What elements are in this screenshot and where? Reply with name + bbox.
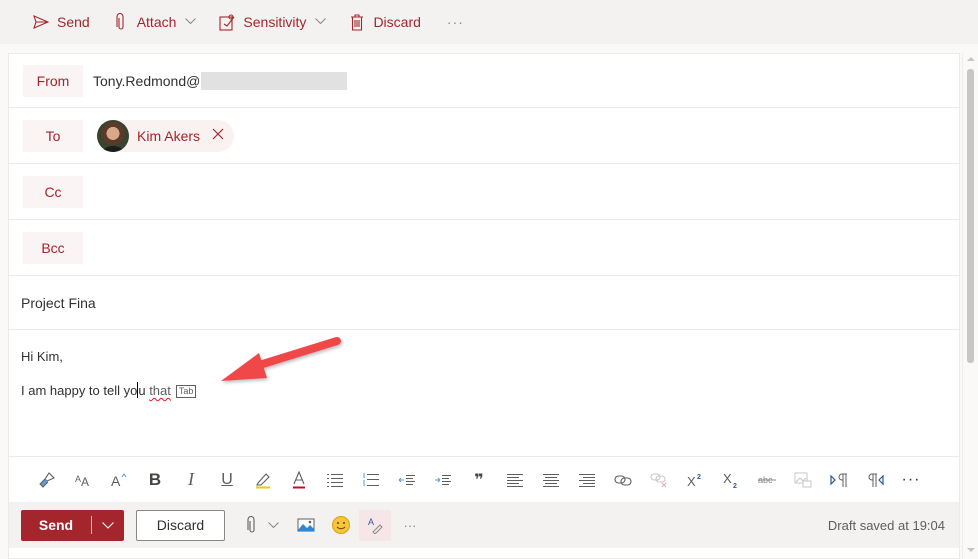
- recipient-name: Kim Akers: [137, 127, 201, 144]
- typed-text-after: u: [138, 383, 150, 398]
- highlight-icon[interactable]: [245, 464, 281, 496]
- italic-icon[interactable]: I: [173, 464, 209, 496]
- font-size-icon[interactable]: AA: [65, 464, 101, 496]
- grow-font-icon[interactable]: A: [101, 464, 137, 496]
- draft-status: Draft saved at 19:04: [827, 517, 945, 533]
- align-left-icon[interactable]: [497, 464, 533, 496]
- typed-text: I am happy to tell yo: [21, 383, 138, 398]
- sensitivity-command-label: Sensitivity: [243, 14, 307, 30]
- svg-text:2: 2: [733, 483, 737, 489]
- vertical-scrollbar[interactable]: [962, 53, 978, 559]
- superscript-icon[interactable]: X2: [677, 464, 713, 496]
- cc-row: Cc: [9, 164, 959, 220]
- discard-command[interactable]: Discard: [348, 7, 421, 37]
- bullets-icon[interactable]: [317, 464, 353, 496]
- chevron-down-icon[interactable]: [315, 16, 327, 28]
- chevron-down-icon[interactable]: [185, 16, 197, 28]
- more-commands-button[interactable]: ···: [447, 7, 464, 37]
- more-format-options-button[interactable]: ···: [893, 464, 929, 496]
- send-button[interactable]: Send: [21, 517, 91, 533]
- subject-row[interactable]: Project Fina: [9, 276, 959, 330]
- strikethrough-icon[interactable]: abc: [749, 464, 785, 496]
- discard-button[interactable]: Discard: [136, 509, 225, 541]
- send-command-label: Send: [57, 14, 90, 30]
- trash-icon: [348, 13, 366, 31]
- more-actions-button[interactable]: ···: [399, 510, 421, 541]
- rtl-icon[interactable]: [857, 464, 893, 496]
- send-icon: [32, 13, 50, 31]
- command-bar: Send Attach Sensitivity Discard ···: [0, 0, 978, 44]
- send-split-button: Send: [21, 509, 124, 541]
- quote-icon[interactable]: ❞: [461, 464, 497, 496]
- to-row: To Kim Akers: [9, 108, 959, 164]
- sensitivity-command[interactable]: Sensitivity: [218, 7, 327, 37]
- remove-recipient-icon[interactable]: [212, 128, 224, 144]
- underline-icon[interactable]: U: [209, 464, 245, 496]
- cc-button[interactable]: Cc: [23, 175, 83, 208]
- redacted-domain: [201, 71, 348, 90]
- numbering-icon[interactable]: [353, 464, 389, 496]
- attach-file-icon[interactable]: [241, 510, 263, 541]
- svg-text:A: A: [81, 475, 89, 488]
- suggested-word: that: [149, 383, 171, 398]
- font-color-icon[interactable]: [281, 464, 317, 496]
- scroll-up-arrow-icon[interactable]: [967, 57, 975, 61]
- scrollbar-thumb[interactable]: [967, 69, 974, 363]
- insert-inline-picture-icon[interactable]: [785, 464, 821, 496]
- bold-icon[interactable]: B: [137, 464, 173, 496]
- paperclip-icon: [112, 13, 130, 31]
- sensitivity-icon: [218, 13, 236, 31]
- emoji-icon[interactable]: [325, 510, 357, 541]
- decrease-indent-icon[interactable]: [389, 464, 425, 496]
- svg-text:A: A: [111, 473, 121, 488]
- insert-link-icon[interactable]: [605, 464, 641, 496]
- action-bar: Send Discard A ··· Draft saved at 19:04: [9, 502, 959, 548]
- subject-input[interactable]: Project Fina: [21, 295, 96, 311]
- recipient-chip[interactable]: Kim Akers: [97, 119, 235, 152]
- bcc-row: Bcc: [9, 220, 959, 276]
- format-toolbar: AA A B I U ❞ X 2 X 2 abc ···: [9, 456, 959, 502]
- message-body[interactable]: Hi Kim, I am happy to tell you that Tab: [9, 330, 959, 456]
- attach-chevron-down-icon[interactable]: [263, 510, 283, 541]
- svg-text:X: X: [723, 471, 732, 486]
- from-row: From Tony.Redmond@: [9, 54, 959, 108]
- from-field: Tony.Redmond@: [93, 71, 348, 90]
- bcc-button[interactable]: Bcc: [23, 231, 83, 264]
- send-options-chevron-icon[interactable]: [92, 521, 124, 529]
- ltr-icon[interactable]: [821, 464, 857, 496]
- avatar: [97, 119, 129, 152]
- to-button[interactable]: To: [23, 119, 83, 152]
- compose-panel: From Tony.Redmond@ To Kim Akers Cc Bcc P…: [8, 53, 960, 559]
- insert-picture-icon[interactable]: [291, 510, 321, 541]
- format-painter-icon[interactable]: [29, 464, 65, 496]
- svg-text:2: 2: [697, 474, 701, 481]
- scroll-down-arrow-icon[interactable]: [967, 548, 975, 552]
- attach-command-label: Attach: [136, 14, 177, 30]
- text-line: I am happy to tell you that Tab: [21, 382, 947, 400]
- svg-text:X: X: [687, 474, 696, 488]
- align-center-icon[interactable]: [533, 464, 569, 496]
- subscript-icon[interactable]: X2: [713, 464, 749, 496]
- align-right-icon[interactable]: [569, 464, 605, 496]
- remove-link-icon[interactable]: [641, 464, 677, 496]
- tab-hint[interactable]: Tab: [175, 385, 197, 398]
- send-command[interactable]: Send: [32, 7, 90, 37]
- svg-text:A: A: [368, 517, 374, 527]
- from-address: Tony.Redmond@: [93, 72, 201, 89]
- annotation-arrow: [221, 337, 341, 381]
- greeting-line: Hi Kim,: [21, 349, 63, 364]
- discard-command-label: Discard: [373, 14, 421, 30]
- attach-command[interactable]: Attach: [112, 7, 197, 37]
- editor-icon[interactable]: A: [359, 509, 391, 541]
- from-button[interactable]: From: [23, 64, 83, 97]
- increase-indent-icon[interactable]: [425, 464, 461, 496]
